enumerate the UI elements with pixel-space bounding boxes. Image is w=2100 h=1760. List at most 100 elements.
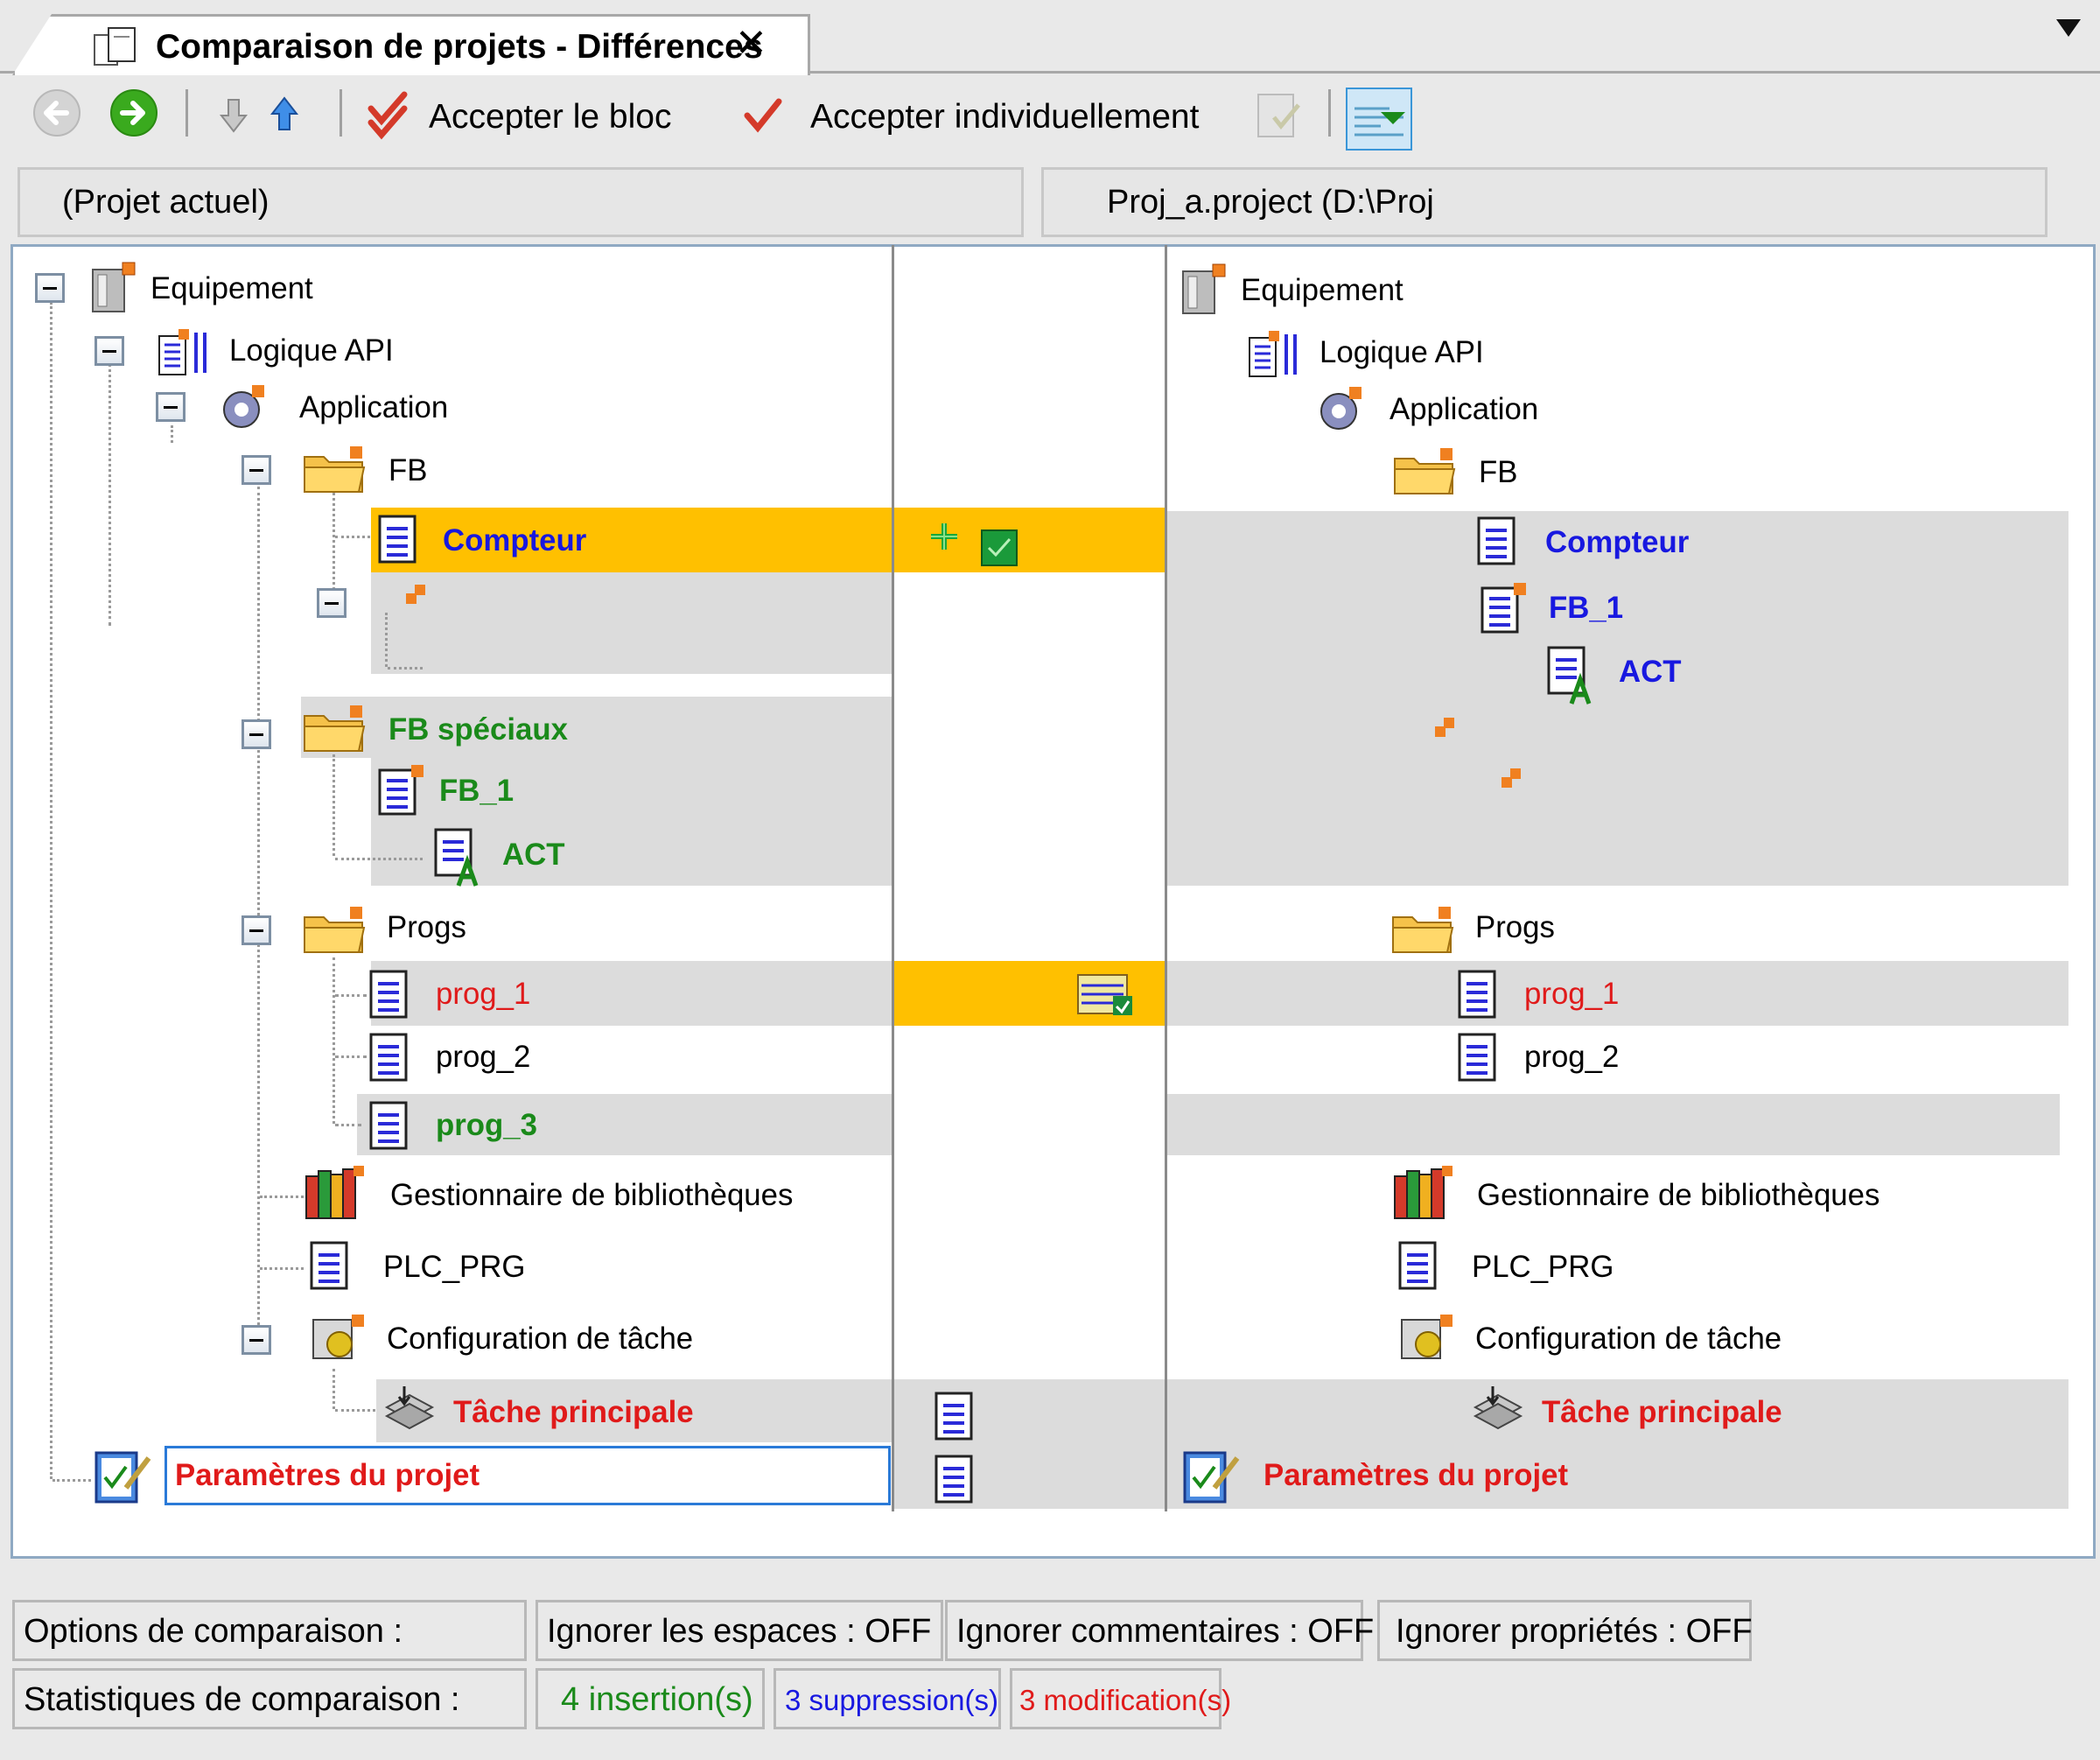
modifications-count: 3 modification(s) (1010, 1668, 1231, 1729)
right-node-act[interactable]: ACT (1619, 656, 1682, 688)
show-differences-only-icon[interactable] (1346, 88, 1412, 151)
forward-arrow-icon[interactable] (108, 88, 159, 138)
ignore-properties-label: Ignorer propriétés : OFF (1396, 1613, 1753, 1650)
right-node-logique-api[interactable]: Logique API (1320, 337, 1484, 368)
right-node-progs[interactable]: Progs (1475, 912, 1555, 943)
folder-icon (1394, 448, 1456, 494)
column-separator (892, 245, 894, 1511)
checkbox-checked-icon[interactable] (980, 529, 1018, 567)
pou-document-icon (378, 515, 416, 564)
document-icon[interactable] (933, 1453, 978, 1505)
collapse-empty-toggle[interactable] (317, 588, 346, 618)
right-node-fb-1[interactable]: FB_1 (1549, 593, 1623, 624)
project-settings-icon (94, 1451, 151, 1504)
left-column-header: (Projet actuel) (18, 167, 1024, 237)
left-node-tache-principale[interactable]: Tâche principale (453, 1397, 694, 1428)
accept-individual-button[interactable]: Accepter individuellement (810, 98, 1199, 137)
document-accept-icon[interactable] (1253, 91, 1306, 140)
function-block-icon (378, 765, 424, 816)
chevron-down-icon[interactable] (2056, 19, 2081, 37)
ignore-comments-label: Ignorer commentaires : OFF (956, 1613, 1375, 1650)
left-node-plc-prg[interactable]: PLC_PRG (383, 1252, 525, 1283)
tree-line (388, 667, 423, 670)
documents-icon (94, 27, 136, 66)
left-node-prog-2[interactable]: prog_2 (436, 1041, 530, 1073)
right-node-prog-1[interactable]: prog_1 (1524, 978, 1619, 1010)
program-icon (369, 970, 408, 1019)
left-node-prog-1[interactable]: prog_1 (436, 978, 530, 1010)
missing-node-icon (406, 585, 425, 604)
function-block-icon (1480, 583, 1526, 634)
right-node-parametres[interactable]: Paramètres du projet (1264, 1460, 1568, 1491)
collapse-fb-toggle[interactable] (242, 455, 271, 485)
left-node-parametres[interactable]: Paramètres du projet (175, 1460, 480, 1491)
right-node-tache-principale[interactable]: Tâche principale (1542, 1397, 1782, 1428)
folder-icon (1392, 907, 1454, 953)
collapse-config-toggle[interactable] (242, 1325, 271, 1355)
insertions-label: 4 insertion(s) (561, 1681, 753, 1718)
back-arrow-icon[interactable] (32, 88, 82, 138)
collapse-progs-toggle[interactable] (242, 915, 271, 945)
right-node-compteur[interactable]: Compteur (1545, 527, 1689, 558)
close-icon[interactable]: ✕ (735, 25, 767, 63)
program-icon (1398, 1241, 1437, 1290)
left-node-application[interactable]: Application (299, 392, 448, 424)
program-icon (369, 1033, 408, 1082)
left-node-progs[interactable]: Progs (387, 912, 466, 943)
stats-label: Statistiques de comparaison : (24, 1681, 460, 1718)
right-node-plc-prg[interactable]: PLC_PRG (1472, 1252, 1614, 1283)
left-node-config[interactable]: Configuration de tâche (387, 1323, 693, 1355)
left-node-compteur[interactable]: Compteur (443, 525, 586, 557)
task-icon (384, 1386, 435, 1430)
tree-line (260, 1267, 304, 1270)
tree-line (335, 1055, 367, 1058)
right-node-gestionnaire[interactable]: Gestionnaire de bibliothèques (1477, 1180, 1880, 1211)
library-books-icon (305, 1166, 364, 1219)
ignore-properties-option[interactable]: Ignorer propriétés : OFF (1377, 1600, 1753, 1661)
right-column-header: Proj_a.project (D:\Proj (1041, 167, 2048, 237)
program-icon (1458, 970, 1496, 1019)
task-configuration-icon (1401, 1315, 1452, 1359)
toolbar-separator (186, 89, 188, 137)
next-difference-icon[interactable] (219, 96, 248, 135)
left-node-prog-3[interactable]: prog_3 (436, 1110, 537, 1141)
left-node-fb-speciaux[interactable]: FB spéciaux (388, 714, 568, 746)
tree-line (335, 1124, 361, 1126)
ignore-spaces-option[interactable]: Ignorer les espaces : OFF (536, 1600, 943, 1661)
accept-block-button[interactable]: Accepter le bloc (429, 98, 671, 137)
action-icon (434, 828, 479, 887)
tree-line (335, 994, 367, 997)
compare-details-icon[interactable] (1074, 963, 1136, 1020)
right-node-application[interactable]: Application (1390, 394, 1538, 425)
application-gear-icon (1320, 387, 1362, 430)
previous-difference-icon[interactable] (270, 95, 299, 133)
accept-individual-icon[interactable] (744, 96, 786, 135)
deletions-label: 3 suppression(s) (785, 1684, 998, 1716)
left-node-equipement[interactable]: Equipement (150, 273, 313, 305)
left-node-act[interactable]: ACT (502, 839, 565, 871)
collapse-application-toggle[interactable] (156, 392, 186, 422)
right-node-equipement[interactable]: Equipement (1241, 275, 1404, 306)
collapse-logique-toggle[interactable] (94, 336, 124, 366)
right-node-config[interactable]: Configuration de tâche (1475, 1323, 1782, 1355)
insertions-count: 4 insertion(s) (536, 1668, 765, 1729)
left-node-fb[interactable]: FB (388, 455, 427, 487)
collapse-equipement-toggle[interactable] (35, 273, 65, 303)
right-node-prog-2[interactable]: prog_2 (1524, 1041, 1619, 1073)
tree-line (335, 858, 423, 860)
right-node-fb[interactable]: FB (1479, 457, 1517, 488)
left-node-gestionnaire[interactable]: Gestionnaire de bibliothèques (390, 1180, 793, 1211)
collapse-fb-speciaux-toggle[interactable] (242, 719, 271, 749)
stats-label-box: Statistiques de comparaison : (12, 1668, 527, 1729)
left-node-fb-1[interactable]: FB_1 (439, 775, 514, 807)
left-node-logique-api[interactable]: Logique API (229, 335, 394, 367)
folder-icon (304, 907, 366, 953)
deletions-count: 3 suppression(s) (774, 1668, 1001, 1729)
device-icon (1182, 263, 1226, 314)
ignore-comments-option[interactable]: Ignorer commentaires : OFF (945, 1600, 1374, 1661)
row-empty-left-band (371, 572, 892, 674)
accept-block-icon[interactable] (366, 89, 415, 142)
right-column-title: Proj_a.project (D:\Proj (1107, 184, 1434, 221)
document-icon[interactable] (933, 1390, 978, 1442)
tree-line (260, 1196, 304, 1198)
